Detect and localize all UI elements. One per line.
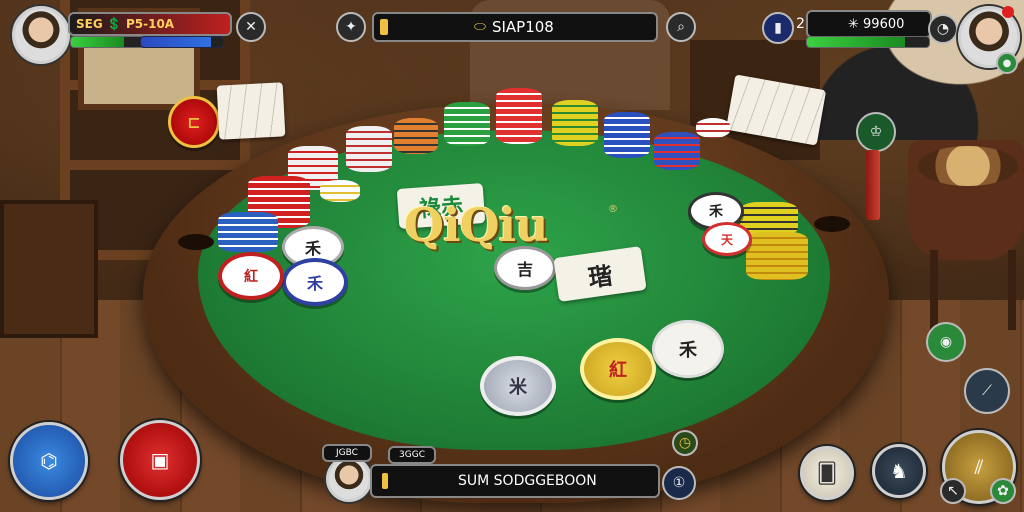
health-fill [807, 37, 905, 47]
bottom-player-label-2: 3GGC [399, 450, 425, 460]
notification-dot [1002, 6, 1014, 18]
chip-glyph: 吉 [516, 260, 533, 279]
player-icon[interactable]: ♞ [872, 444, 926, 498]
game-logo: QiQiu [404, 198, 549, 252]
back-icon[interactable]: ↖ [940, 478, 966, 504]
chip-glyph: 禾 [709, 204, 723, 220]
chip-stack[interactable] [320, 180, 360, 202]
left-card-fan [216, 82, 286, 140]
chip-stack[interactable] [696, 118, 730, 138]
chip-glyph: 禾 [304, 239, 321, 258]
badge-icon: ● [996, 52, 1018, 74]
chat-icon[interactable]: ◔ [928, 14, 958, 44]
left-player-name-plate: SEG 💲 P5-10A [68, 12, 232, 36]
cards-icon[interactable]: 🂠 [800, 446, 854, 500]
bottom-status-bar: SUM SODGGEBOON [370, 464, 660, 498]
table-chip[interactable]: 吉 [494, 246, 556, 290]
card-icon[interactable]: ▮ [762, 12, 794, 44]
card-glyph: 瑎 [586, 259, 615, 293]
chip-stack[interactable] [218, 212, 278, 252]
chip-stack[interactable] [346, 126, 392, 172]
side-cabinet [0, 200, 98, 338]
chip-stack[interactable] [654, 132, 700, 170]
tools-icon[interactable]: ✕ [236, 12, 266, 42]
table-chip[interactable]: 米 [480, 356, 556, 416]
chip-stack[interactable] [604, 112, 650, 158]
registered-mark: ® [608, 204, 618, 215]
rank-icon[interactable]: ♔ [856, 112, 896, 152]
chip-glyph: 紅 [244, 269, 258, 285]
chip-glyph: 天 [720, 232, 733, 247]
table-chip[interactable]: 天 [702, 222, 752, 256]
health-fill [71, 37, 125, 47]
bottom-player-tag-1: JGBC [322, 444, 372, 462]
status-bar-start-icon [382, 473, 388, 489]
left-player-avatar[interactable] [12, 6, 70, 64]
table-cup-holder [814, 216, 850, 232]
table-cup-holder [178, 234, 214, 250]
right-player-name-plate: 2 ✳ 99600 [796, 10, 932, 38]
table-chip[interactable]: 禾 [652, 320, 724, 378]
bottom-player-tag-2: 3GGC [388, 446, 436, 464]
chip-stack[interactable] [394, 118, 438, 154]
right-player-count: 2 [796, 16, 805, 32]
chip-glyph: 禾 [306, 274, 323, 293]
timer-icon: ◷ [672, 430, 698, 456]
center-resource-bar: ⬭ SIAP108 [372, 12, 658, 42]
right-player-health-bar [806, 36, 930, 48]
snack-bowl-contents [918, 146, 1018, 186]
chip-glyph: 米 [509, 377, 527, 398]
chip-stack[interactable] [496, 88, 542, 144]
right-player-name: ✳ 99600 [848, 16, 905, 32]
bottom-player-avatar[interactable] [326, 456, 372, 502]
mute-icon[interactable]: ⟋ [964, 368, 1010, 414]
lucky-ornament: ⊏ [168, 96, 220, 148]
info-icon[interactable]: ① [662, 466, 696, 500]
candle-prop [866, 150, 880, 220]
search-icon[interactable]: ⌕ [666, 12, 696, 42]
chip-glyph: 禾 [679, 340, 697, 361]
coin-icon: ⬭ [474, 19, 486, 35]
left-player-energy-bar [140, 36, 224, 48]
left-player-name: SEG 💲 P5-10A [76, 17, 175, 31]
chip-stack[interactable] [552, 100, 598, 146]
bowl-stand [930, 250, 1016, 330]
center-bar-label: SIAP108 [491, 18, 554, 36]
chip-glyph: 紅 [609, 360, 627, 381]
bottom-status-text: SUM SODGGEBOON [458, 473, 597, 489]
device-icon[interactable]: ▣ [120, 420, 200, 500]
emoji-icon[interactable]: ◉ [926, 322, 966, 362]
energy-fill [141, 37, 211, 47]
chip-stack[interactable] [444, 102, 490, 146]
fish-icon[interactable]: ⌬ [10, 422, 88, 500]
table-chip[interactable]: 禾 [282, 258, 348, 306]
table-chip[interactable]: 紅 [218, 252, 284, 300]
table-chip[interactable]: 紅 [580, 338, 656, 400]
lucky-icon[interactable]: ✿ [990, 478, 1016, 504]
chip-stack[interactable] [746, 232, 808, 280]
bar-start-icon [380, 19, 388, 35]
gear-icon[interactable]: ✦ [336, 12, 366, 42]
bottom-player-label-1: JGBC [336, 448, 358, 458]
